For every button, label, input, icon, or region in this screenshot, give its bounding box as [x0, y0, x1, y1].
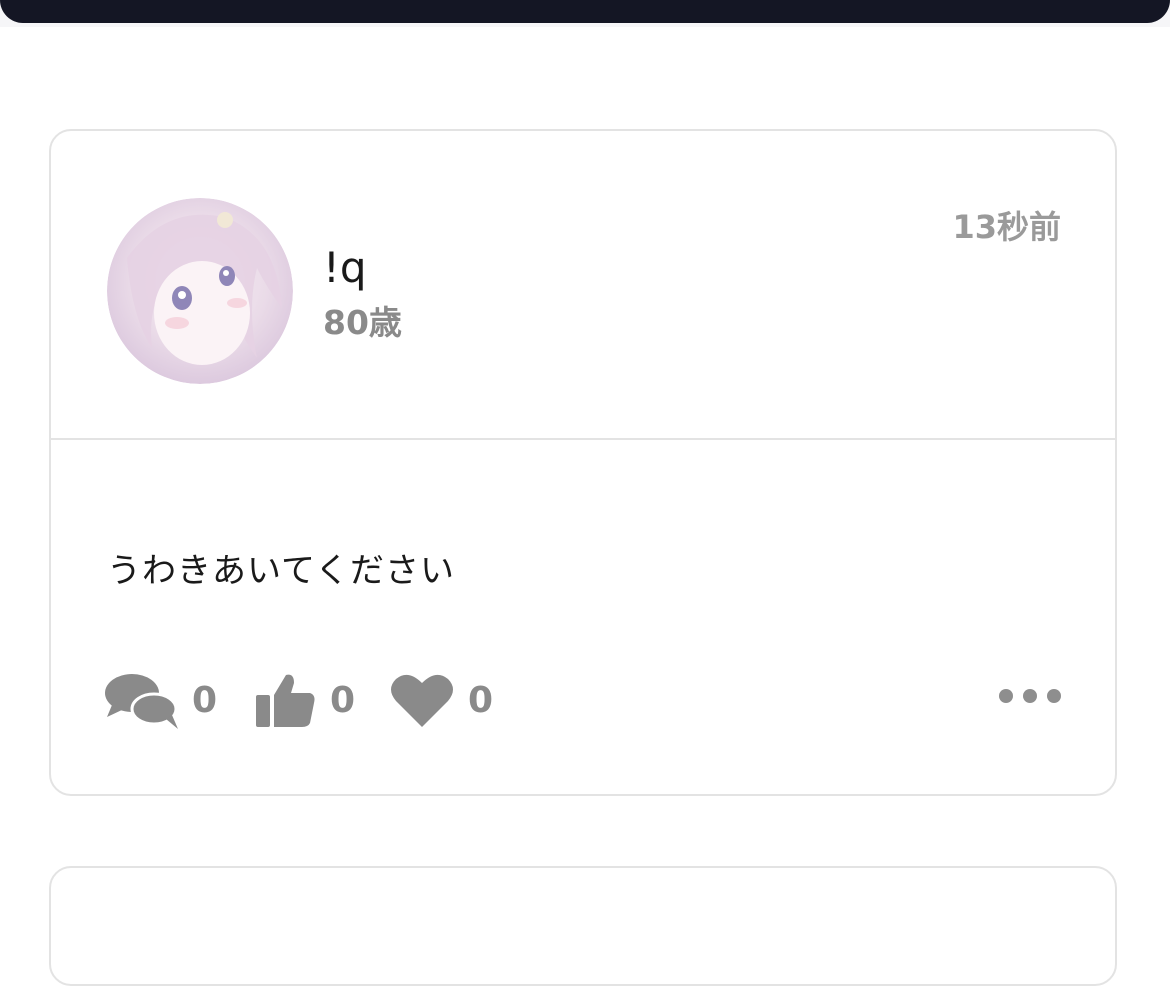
- more-options-icon: [999, 689, 1013, 703]
- comment-button[interactable]: 0: [104, 671, 224, 731]
- likes-count: 0: [330, 680, 356, 721]
- post-body-text: うわきあいてください: [107, 551, 455, 591]
- post-actions: 0 0 0: [104, 671, 524, 731]
- more-dot: [1023, 689, 1037, 703]
- post-card[interactable]: !q 80歳 13秒前 うわきあいてください 0 0 0: [49, 129, 1117, 796]
- top-navigation-bar: [0, 0, 1170, 23]
- more-dot: [1047, 689, 1061, 703]
- comments-count: 0: [192, 680, 218, 721]
- thumbs-up-icon: [256, 674, 315, 727]
- favorites-count: 0: [468, 680, 494, 721]
- user-age: 80歳: [323, 303, 402, 342]
- comments-icon: [105, 674, 178, 729]
- post-timestamp: 13秒前: [952, 208, 1061, 246]
- favorite-button[interactable]: 0: [390, 671, 500, 731]
- post-header: !q 80歳 13秒前: [51, 131, 1115, 439]
- like-button[interactable]: 0: [254, 671, 364, 731]
- more-options-button[interactable]: [999, 683, 1063, 709]
- next-post-card[interactable]: [49, 866, 1117, 986]
- username[interactable]: !q: [323, 243, 367, 293]
- heart-icon: [391, 674, 453, 727]
- avatar[interactable]: [107, 198, 293, 384]
- header-divider: [51, 438, 1115, 440]
- top-bar-area: [0, 0, 1170, 27]
